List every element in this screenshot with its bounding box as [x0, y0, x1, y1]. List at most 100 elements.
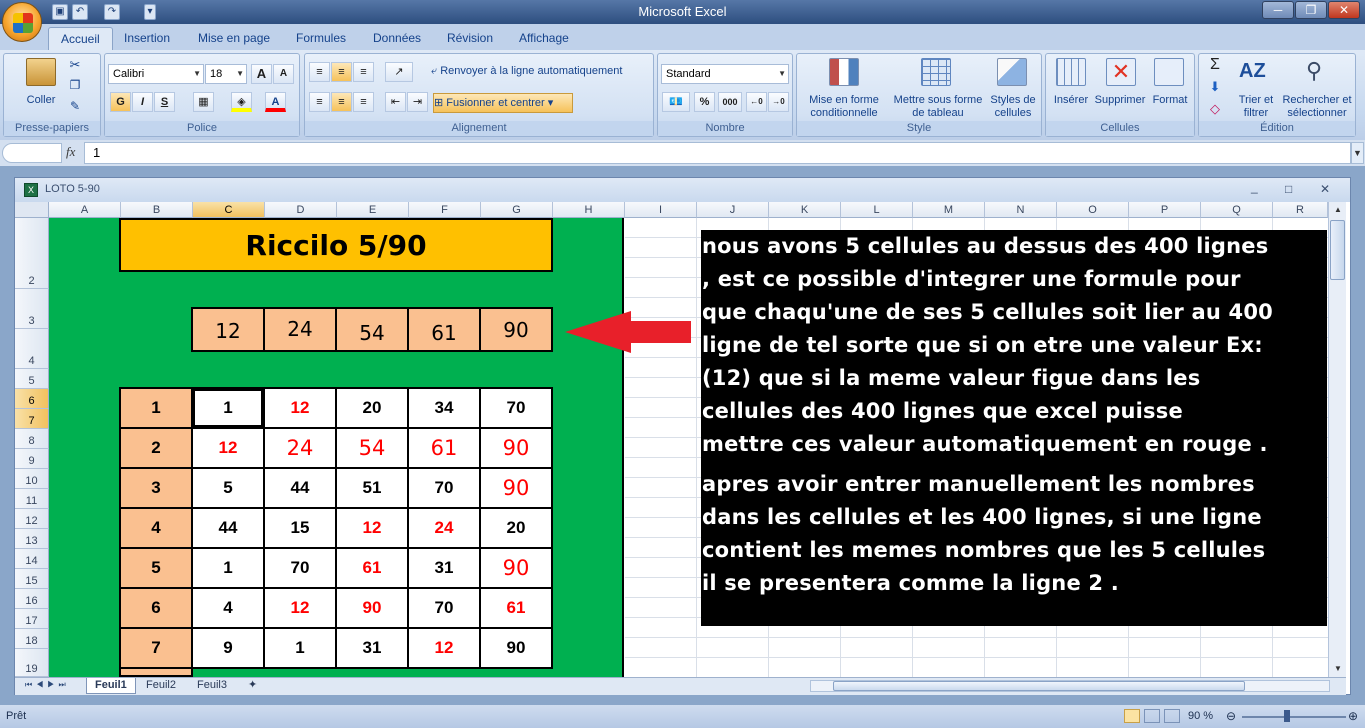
- cell-styles-icon[interactable]: [997, 58, 1027, 86]
- table-cell[interactable]: 70: [479, 387, 553, 429]
- row-index-cell[interactable]: 7: [119, 627, 193, 669]
- column-header-h[interactable]: H: [553, 202, 625, 218]
- column-header-i[interactable]: I: [625, 202, 697, 218]
- bold-button[interactable]: G: [110, 92, 131, 112]
- table-cell[interactable]: 51: [335, 467, 409, 509]
- number-cell-4[interactable]: 61: [407, 307, 481, 352]
- paste-icon[interactable]: [26, 58, 56, 86]
- table-cell[interactable]: 5: [191, 467, 265, 509]
- table-cell[interactable]: 12: [191, 427, 265, 469]
- table-cell[interactable]: 31: [335, 627, 409, 669]
- underline-button[interactable]: S: [154, 92, 175, 112]
- row-header-8[interactable]: 8: [15, 429, 49, 449]
- column-header-b[interactable]: B: [121, 202, 193, 218]
- name-box[interactable]: [2, 143, 62, 163]
- row-header-17[interactable]: 17: [15, 609, 49, 629]
- italic-button[interactable]: I: [132, 92, 153, 112]
- currency-icon[interactable]: 💶: [662, 92, 690, 112]
- fill-color-icon[interactable]: ◈: [231, 92, 252, 112]
- zoom-in-icon[interactable]: ⊕: [1348, 709, 1358, 723]
- scroll-down-icon[interactable]: ▼: [1330, 661, 1346, 677]
- wb-close-button[interactable]: ✕: [1320, 182, 1330, 196]
- orientation-icon[interactable]: ↗: [385, 62, 413, 82]
- delete-button[interactable]: Supprimer: [1092, 94, 1148, 107]
- column-header-j[interactable]: J: [697, 202, 769, 218]
- font-size-combo[interactable]: 18 ▼: [205, 64, 247, 84]
- table-cell[interactable]: 1: [191, 387, 265, 429]
- column-header-n[interactable]: N: [985, 202, 1057, 218]
- wrap-text-button[interactable]: ⤶ Renvoyer à la ligne automatiquement: [431, 65, 651, 78]
- table-cell[interactable]: 70: [407, 467, 481, 509]
- row-index-cell[interactable]: 2: [119, 427, 193, 469]
- tab-revision[interactable]: Révision: [435, 27, 505, 50]
- merge-center-button[interactable]: ⊞ Fusionner et centrer ▾: [433, 93, 573, 113]
- table-cell[interactable]: 90: [479, 627, 553, 669]
- format-button[interactable]: Format: [1148, 94, 1192, 107]
- row-header-3[interactable]: 3: [15, 289, 49, 329]
- font-name-combo[interactable]: Calibri ▼: [108, 64, 204, 84]
- zoom-slider-thumb[interactable]: [1284, 710, 1290, 722]
- table-cell[interactable]: 61: [407, 427, 481, 469]
- sheet-title[interactable]: Riccilo 5/90: [119, 218, 553, 272]
- vertical-scrollbar[interactable]: ▲ ▼: [1328, 202, 1346, 677]
- row-index-cell[interactable]: 1: [119, 387, 193, 429]
- zoom-slider[interactable]: [1242, 716, 1346, 718]
- table-cell[interactable]: 12: [335, 507, 409, 549]
- shrink-font-button[interactable]: A: [273, 64, 294, 84]
- page-layout-icon[interactable]: [1144, 709, 1160, 723]
- row-header-6[interactable]: 6: [15, 389, 49, 409]
- cell-styles-button[interactable]: Styles de cellules: [985, 94, 1041, 120]
- table-cell[interactable]: 61: [335, 547, 409, 589]
- tab-affichage[interactable]: Affichage: [507, 27, 581, 50]
- table-cell[interactable]: 24: [263, 427, 337, 469]
- normal-view-icon[interactable]: [1124, 709, 1140, 723]
- find-select-button[interactable]: Rechercher et sélectionner: [1279, 94, 1355, 120]
- paste-button[interactable]: Coller: [20, 94, 62, 107]
- sort-filter-icon[interactable]: AZ: [1239, 58, 1269, 86]
- column-header-q[interactable]: Q: [1201, 202, 1273, 218]
- table-cell[interactable]: 31: [407, 547, 481, 589]
- table-cell[interactable]: 90: [479, 427, 553, 469]
- conditional-format-button[interactable]: Mise en forme conditionnelle: [799, 94, 889, 120]
- sort-filter-button[interactable]: Trier et filtrer: [1233, 94, 1279, 120]
- row-header-18[interactable]: 18: [15, 629, 49, 649]
- formula-expand-icon[interactable]: ▼: [1351, 142, 1364, 164]
- format-cells-icon[interactable]: [1154, 58, 1184, 86]
- row-header-14[interactable]: 14: [15, 549, 49, 569]
- align-bottom-icon[interactable]: ≡: [353, 62, 374, 82]
- insert-button[interactable]: Insérer: [1048, 94, 1094, 107]
- vertical-scroll-thumb[interactable]: [1330, 220, 1345, 280]
- number-cell-2[interactable]: 24: [263, 307, 337, 352]
- table-cell[interactable]: 1: [263, 627, 337, 669]
- column-header-a[interactable]: A: [49, 202, 121, 218]
- column-header-m[interactable]: M: [913, 202, 985, 218]
- decrease-indent-icon[interactable]: ⇤: [385, 92, 406, 112]
- row-header-10[interactable]: 10: [15, 469, 49, 489]
- row-header-9[interactable]: 9: [15, 449, 49, 469]
- autosum-button[interactable]: Σ: [1203, 57, 1227, 73]
- column-header-d[interactable]: D: [265, 202, 337, 218]
- conditional-format-icon[interactable]: [829, 58, 859, 86]
- restore-button[interactable]: ❐: [1295, 1, 1327, 19]
- row-header-2[interactable]: 2: [15, 218, 49, 289]
- grow-font-button[interactable]: A: [251, 64, 272, 84]
- align-center-icon[interactable]: ≡: [331, 92, 352, 112]
- row-header-16[interactable]: 16: [15, 589, 49, 609]
- minimize-button[interactable]: ─: [1262, 1, 1294, 19]
- row-header-7[interactable]: 7: [15, 409, 49, 429]
- close-button[interactable]: ✕: [1328, 1, 1360, 19]
- sheet-nav-icons[interactable]: ⏮◀▶⏭: [25, 680, 70, 690]
- tab-insertion[interactable]: Insertion: [112, 27, 182, 50]
- scroll-up-icon[interactable]: ▲: [1330, 202, 1346, 218]
- fill-icon[interactable]: ⬇: [1203, 80, 1227, 93]
- table-cell[interactable]: 90: [479, 547, 553, 589]
- align-right-icon[interactable]: ≡: [353, 92, 374, 112]
- table-cell[interactable]: 12: [263, 387, 337, 429]
- wb-maximize-button[interactable]: □: [1285, 182, 1292, 196]
- office-button[interactable]: [2, 2, 42, 42]
- align-left-icon[interactable]: ≡: [309, 92, 330, 112]
- font-color-icon[interactable]: A: [265, 92, 286, 112]
- table-cell[interactable]: 9: [191, 627, 265, 669]
- column-header-f[interactable]: F: [409, 202, 481, 218]
- borders-icon[interactable]: ▦: [193, 92, 214, 112]
